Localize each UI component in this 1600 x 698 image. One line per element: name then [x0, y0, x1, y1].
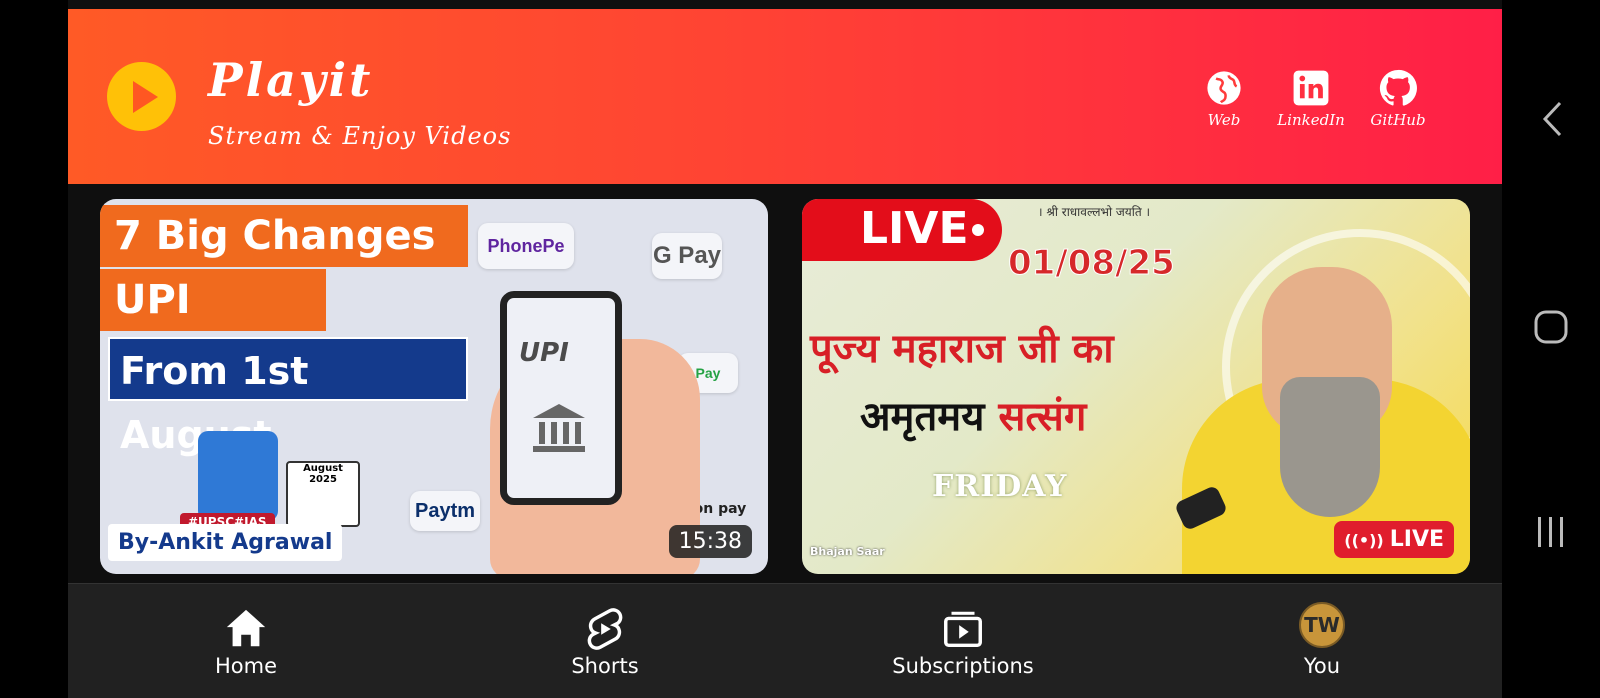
linkedin-link-label: LinkedIn [1277, 111, 1345, 129]
thumbnail-watermark: Bhajan Saar [810, 545, 885, 558]
thumbnail-header-text: । श्री राधावल्लभो जयति । [1038, 205, 1151, 219]
bottom-navigation: Home Shorts Subscriptions TW You [68, 583, 1502, 698]
globe-icon [1207, 71, 1241, 105]
back-icon[interactable] [1540, 100, 1564, 138]
thumbnail-title-line-1: 7 Big Changes In [100, 205, 468, 321]
linkedin-icon [1293, 70, 1329, 106]
app-name: Playit [208, 53, 374, 107]
live-banner-text: LIVE [860, 203, 969, 254]
play-logo-icon[interactable] [107, 62, 176, 131]
bank-icon [533, 404, 585, 452]
linkedin-link[interactable]: LinkedIn [1266, 69, 1356, 129]
live-banner: LIVE [802, 199, 1002, 261]
avatar: TW [1299, 602, 1345, 648]
video-duration: 15:38 [668, 525, 752, 558]
video-card[interactable]: 7 Big Changes In UPI Rules From 1st Augu… [100, 199, 768, 574]
video-card[interactable]: LIVE । श्री राधावल्लभो जयति । 01/08/25 प… [802, 199, 1470, 574]
web-link-label: Web [1207, 111, 1241, 129]
github-link[interactable]: GitHub [1353, 69, 1443, 129]
app-tagline: Stream & Enjoy Videos [208, 122, 512, 150]
thumbnail-title-line-2: UPI Rules [100, 269, 326, 385]
nav-item-subscriptions[interactable]: Subscriptions [863, 584, 1063, 698]
github-icon [1379, 69, 1417, 106]
live-broadcast-icon: ((•)) [1344, 531, 1384, 550]
thumbnail-date: 01/08/25 [1008, 243, 1176, 284]
phone-illustration: UPI [500, 291, 622, 505]
paytm-badge: Paytm [410, 491, 480, 531]
live-indicator: ((•)) LIVE [1334, 521, 1454, 558]
nav-label-subscriptions: Subscriptions [892, 654, 1034, 678]
nav-item-you[interactable]: TW You [1222, 584, 1422, 698]
thumbnail-hindi-line-2b: सत्संग [998, 394, 1087, 440]
live-indicator-label: LIVE [1389, 527, 1444, 552]
thumbnail-byline: By-Ankit Agrawal [108, 524, 343, 561]
app-header: Playit Stream & Enjoy Videos Web LinkedI… [68, 9, 1502, 184]
home-button-icon[interactable] [1533, 309, 1569, 345]
nav-label-home: Home [214, 654, 277, 678]
subscriptions-icon [944, 611, 982, 648]
thumbnail-hindi-line-1: पूज्य महाराज जी का [810, 326, 1114, 372]
recent-apps-icon[interactable] [1536, 515, 1566, 549]
thumbnail-hindi-line-2a: अमृतमय [860, 394, 999, 440]
beard-illustration [1280, 377, 1380, 517]
home-icon [226, 609, 266, 647]
nav-label-you: You [1303, 654, 1341, 678]
nav-item-shorts[interactable]: Shorts [505, 584, 705, 698]
thumbnail-day: FRIDAY [932, 469, 1068, 504]
nav-item-home[interactable]: Home [146, 584, 346, 698]
calendar-label: August 2025 [303, 463, 343, 485]
nav-label-shorts: Shorts [571, 654, 639, 678]
gpay-badge: G Pay [652, 233, 722, 279]
github-link-label: GitHub [1370, 111, 1426, 129]
system-navigation-bar [1502, 0, 1600, 698]
live-dot-icon [972, 224, 984, 236]
web-link[interactable]: Web [1179, 69, 1269, 129]
app-window: Playit Stream & Enjoy Videos Web LinkedI… [68, 0, 1502, 698]
thumbnail-title-line-3: From 1st August [108, 337, 468, 457]
calendar-illustration: August 2025 [286, 461, 360, 527]
shorts-icon [587, 608, 623, 650]
upi-logo: UPI [519, 338, 569, 368]
rupee-phone-illustration [198, 431, 278, 521]
phonepe-badge: PhonePe [478, 223, 574, 269]
thumbnail-hindi-line-2: अमृतमय सत्संग [860, 387, 1086, 442]
